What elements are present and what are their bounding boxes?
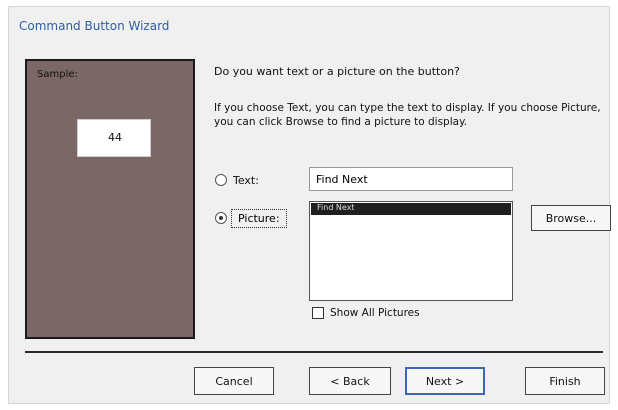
picture-list[interactable]: Find Next <box>309 201 513 301</box>
question-text: Do you want text or a picture on the but… <box>214 65 460 78</box>
back-button[interactable]: < Back <box>309 367 391 395</box>
show-all-pictures-checkbox[interactable] <box>312 307 324 319</box>
sample-preview-panel: Sample: 44 <box>25 59 195 339</box>
picture-option[interactable]: Picture: <box>215 207 287 229</box>
dialog-title: Command Button Wizard <box>19 19 170 33</box>
next-button[interactable]: Next > <box>405 367 485 395</box>
sample-button-text: 44 <box>108 131 122 144</box>
text-option-label[interactable]: Text: <box>233 174 259 187</box>
text-radio[interactable] <box>215 174 227 186</box>
picture-option-label[interactable]: Picture: <box>231 208 287 228</box>
picture-radio[interactable] <box>215 212 227 224</box>
finish-button[interactable]: Finish <box>525 367 605 395</box>
sample-label: Sample: <box>37 69 78 80</box>
show-all-pictures-option[interactable]: Show All Pictures <box>312 307 420 319</box>
show-all-pictures-label[interactable]: Show All Pictures <box>330 307 420 319</box>
cancel-button[interactable]: Cancel <box>194 367 274 395</box>
sample-button-preview: 44 <box>77 119 151 157</box>
help-text: If you choose Text, you can type the tex… <box>214 102 601 128</box>
footer-separator <box>25 351 603 353</box>
text-option[interactable]: Text: <box>215 169 259 191</box>
picture-list-item-label: Find Next <box>317 203 355 212</box>
button-text-input[interactable] <box>309 167 513 191</box>
browse-button[interactable]: Browse... <box>531 205 611 231</box>
picture-list-selected-item[interactable]: Find Next <box>311 203 511 215</box>
command-button-wizard-dialog: Command Button Wizard Sample: 44 Do you … <box>8 6 611 404</box>
